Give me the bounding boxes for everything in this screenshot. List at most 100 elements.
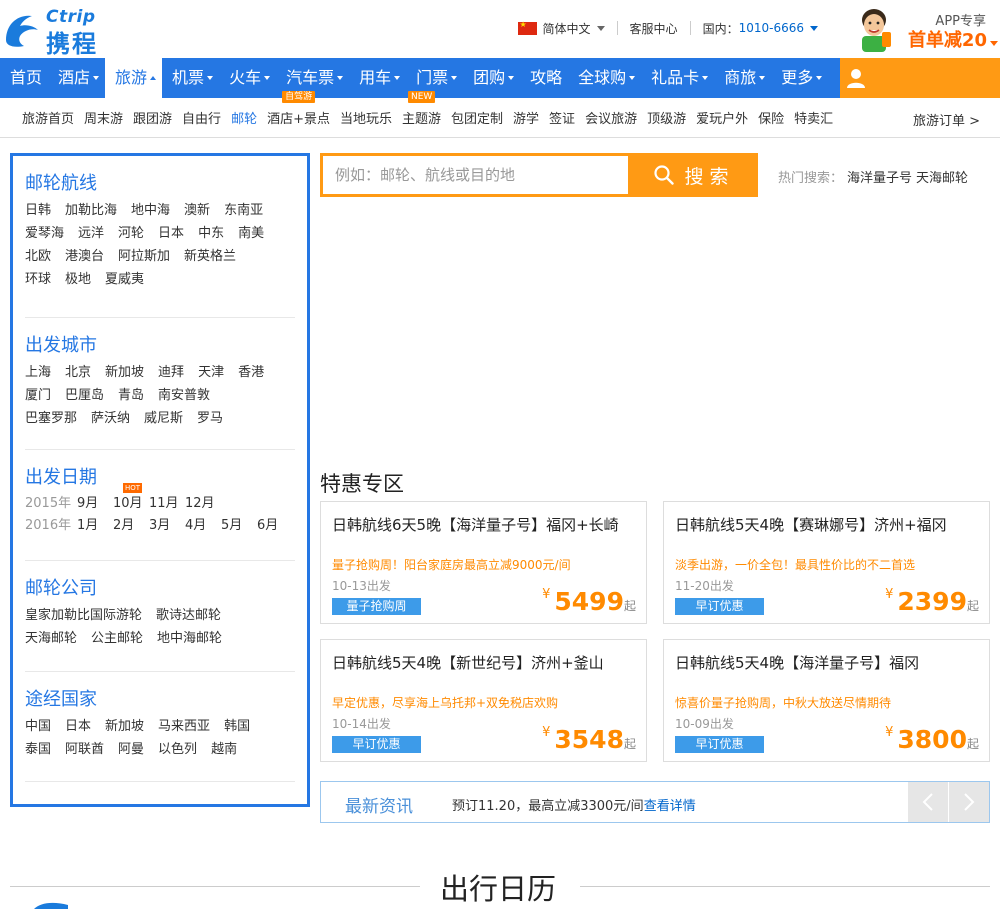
- route-tag[interactable]: 东南亚: [224, 199, 263, 222]
- route-tag[interactable]: 远洋: [78, 222, 104, 245]
- city-tag[interactable]: 巴厘岛: [65, 384, 104, 407]
- route-tag[interactable]: 新英格兰: [184, 245, 236, 268]
- subnav-item[interactable]: 周末游: [79, 108, 128, 127]
- nav-item[interactable]: 旅游: [105, 58, 163, 98]
- country-tag[interactable]: 韩国: [224, 715, 250, 738]
- company-tag[interactable]: 地中海邮轮: [157, 627, 222, 650]
- nav-item[interactable]: 攻略: [520, 58, 568, 98]
- company-tag[interactable]: 歌诗达邮轮: [156, 604, 221, 627]
- city-tag[interactable]: 香港: [238, 361, 264, 384]
- nav-item[interactable]: 更多: [771, 58, 828, 98]
- route-tag[interactable]: 港澳台: [65, 245, 104, 268]
- date-month[interactable]: 10月 HOT: [113, 483, 149, 515]
- subnav-item[interactable]: 特卖汇: [789, 108, 838, 127]
- date-month[interactable]: 5月: [221, 515, 257, 537]
- route-tag[interactable]: 夏威夷: [105, 268, 144, 291]
- city-tag[interactable]: 威尼斯: [144, 407, 183, 430]
- user-menu[interactable]: [840, 58, 1000, 98]
- companies-title[interactable]: 邮轮公司: [25, 575, 295, 602]
- deal-name[interactable]: 日韩航线5天4晚【赛琳娜号】济州+福冈: [675, 514, 985, 535]
- subnav-item[interactable]: 爱玩户外: [691, 108, 753, 127]
- deal-card[interactable]: 日韩航线5天4晚【赛琳娜号】济州+福冈 淡季出游，一价全包！最具性价比的不二首选 1…: [663, 501, 990, 624]
- app-promo[interactable]: APP专享 首单减20: [850, 4, 1000, 54]
- route-tag[interactable]: 加勒比海: [65, 199, 117, 222]
- city-tag[interactable]: 厦门: [25, 384, 51, 407]
- routes-title[interactable]: 邮轮航线: [25, 170, 295, 197]
- country-tag[interactable]: 泰国: [25, 738, 51, 761]
- deal-name[interactable]: 日韩航线6天5晚【海洋量子号】福冈+长崎: [332, 514, 642, 535]
- subnav-item[interactable]: 当地玩乐: [335, 108, 397, 127]
- hot-search-term[interactable]: 天海邮轮: [916, 171, 968, 186]
- customer-service-link[interactable]: 客服中心: [616, 21, 690, 36]
- subnav-item[interactable]: 包团定制: [446, 108, 508, 127]
- subnav-item[interactable]: 签证: [544, 108, 580, 127]
- deal-name[interactable]: 日韩航线5天4晚【海洋量子号】福冈: [675, 652, 985, 673]
- city-tag[interactable]: 南安普敦: [158, 384, 210, 407]
- subnav-item[interactable]: 邮轮: [226, 108, 262, 127]
- city-tag[interactable]: 上海: [25, 361, 51, 384]
- country-tag[interactable]: 新加坡: [105, 715, 144, 738]
- subnav-item[interactable]: 游学: [508, 108, 544, 127]
- deal-card[interactable]: 日韩航线5天4晚【海洋量子号】福冈 惊喜价量子抢购周，中秋大放送尽情期待 10-09…: [663, 639, 990, 762]
- search-input[interactable]: [323, 156, 628, 194]
- phone-selector[interactable]: 国内： 1010-6666: [689, 21, 830, 36]
- route-tag[interactable]: 北欧: [25, 245, 51, 268]
- country-tag[interactable]: 阿联酋: [65, 738, 104, 761]
- dates-title[interactable]: 出发日期: [25, 464, 295, 491]
- route-tag[interactable]: 日韩: [25, 199, 51, 222]
- country-tag[interactable]: 以色列: [158, 738, 197, 761]
- nav-item[interactable]: 商旅: [714, 58, 771, 98]
- news-next-button[interactable]: [949, 782, 989, 822]
- ctrip-logo[interactable]: Ctrip 携程: [2, 4, 122, 58]
- cities-title[interactable]: 出发城市: [25, 332, 295, 359]
- subnav-item[interactable]: 酒店+景点 自驾游: [262, 91, 335, 127]
- subnav-item[interactable]: 旅游首页: [0, 108, 79, 127]
- company-tag[interactable]: 公主邮轮: [91, 627, 143, 650]
- company-tag[interactable]: 天海邮轮: [25, 627, 77, 650]
- city-tag[interactable]: 迪拜: [158, 361, 184, 384]
- hot-search-term[interactable]: 海洋量子号: [847, 171, 912, 186]
- nav-item[interactable]: 酒店: [48, 58, 105, 98]
- subnav-item[interactable]: 会议旅游: [580, 108, 642, 127]
- subnav-item[interactable]: 主题游 NEW: [397, 91, 446, 127]
- subnav-item[interactable]: 跟团游: [128, 108, 177, 127]
- country-tag[interactable]: 日本: [65, 715, 91, 738]
- date-month[interactable]: 4月: [185, 515, 221, 537]
- route-tag[interactable]: 日本: [158, 222, 184, 245]
- nav-item[interactable]: 礼品卡: [641, 58, 714, 98]
- city-tag[interactable]: 青岛: [118, 384, 144, 407]
- subnav-item[interactable]: 保险: [753, 108, 789, 127]
- news-item[interactable]: 预订11.20，最高立减3300元/间查看详情: [452, 795, 696, 814]
- nav-item[interactable]: 机票: [162, 58, 219, 98]
- language-selector[interactable]: 简体中文: [517, 20, 617, 36]
- route-tag[interactable]: 南美: [238, 222, 264, 245]
- date-month[interactable]: 11月: [149, 493, 185, 515]
- country-tag[interactable]: 阿曼: [118, 738, 144, 761]
- city-tag[interactable]: 天津: [198, 361, 224, 384]
- nav-item[interactable]: 用车: [349, 58, 406, 98]
- deal-name[interactable]: 日韩航线5天4晚【新世纪号】济州+釜山: [332, 652, 642, 673]
- subnav-item[interactable]: 自由行: [177, 108, 226, 127]
- deal-card[interactable]: 日韩航线6天5晚【海洋量子号】福冈+长崎 量子抢购周！阳台家庭房最高立减9000元…: [320, 501, 647, 624]
- nav-item[interactable]: 火车: [219, 58, 276, 98]
- date-month[interactable]: 6月: [257, 515, 293, 537]
- date-month[interactable]: 3月: [149, 515, 185, 537]
- deal-card[interactable]: 日韩航线5天4晚【新世纪号】济州+釜山 早定优惠，尽享海上乌托邦+双免税店欢购 10…: [320, 639, 647, 762]
- news-prev-button[interactable]: [908, 782, 948, 822]
- city-tag[interactable]: 北京: [65, 361, 91, 384]
- search-button[interactable]: 搜 索: [628, 156, 755, 194]
- route-tag[interactable]: 爱琴海: [25, 222, 64, 245]
- route-tag[interactable]: 河轮: [118, 222, 144, 245]
- city-tag[interactable]: 巴塞罗那: [25, 407, 77, 430]
- nav-item[interactable]: 首页: [0, 58, 48, 98]
- city-tag[interactable]: 萨沃纳: [91, 407, 130, 430]
- travel-orders-link[interactable]: 旅游订单 >: [913, 110, 980, 129]
- date-month[interactable]: 1月: [77, 515, 113, 537]
- date-month[interactable]: 12月: [185, 493, 221, 515]
- countries-title[interactable]: 途经国家: [25, 686, 295, 713]
- date-month[interactable]: 9月: [77, 493, 113, 515]
- company-tag[interactable]: 皇家加勒比国际游轮: [25, 604, 142, 627]
- date-month[interactable]: 2月: [113, 515, 149, 537]
- route-tag[interactable]: 环球: [25, 268, 51, 291]
- nav-item[interactable]: 团购: [463, 58, 520, 98]
